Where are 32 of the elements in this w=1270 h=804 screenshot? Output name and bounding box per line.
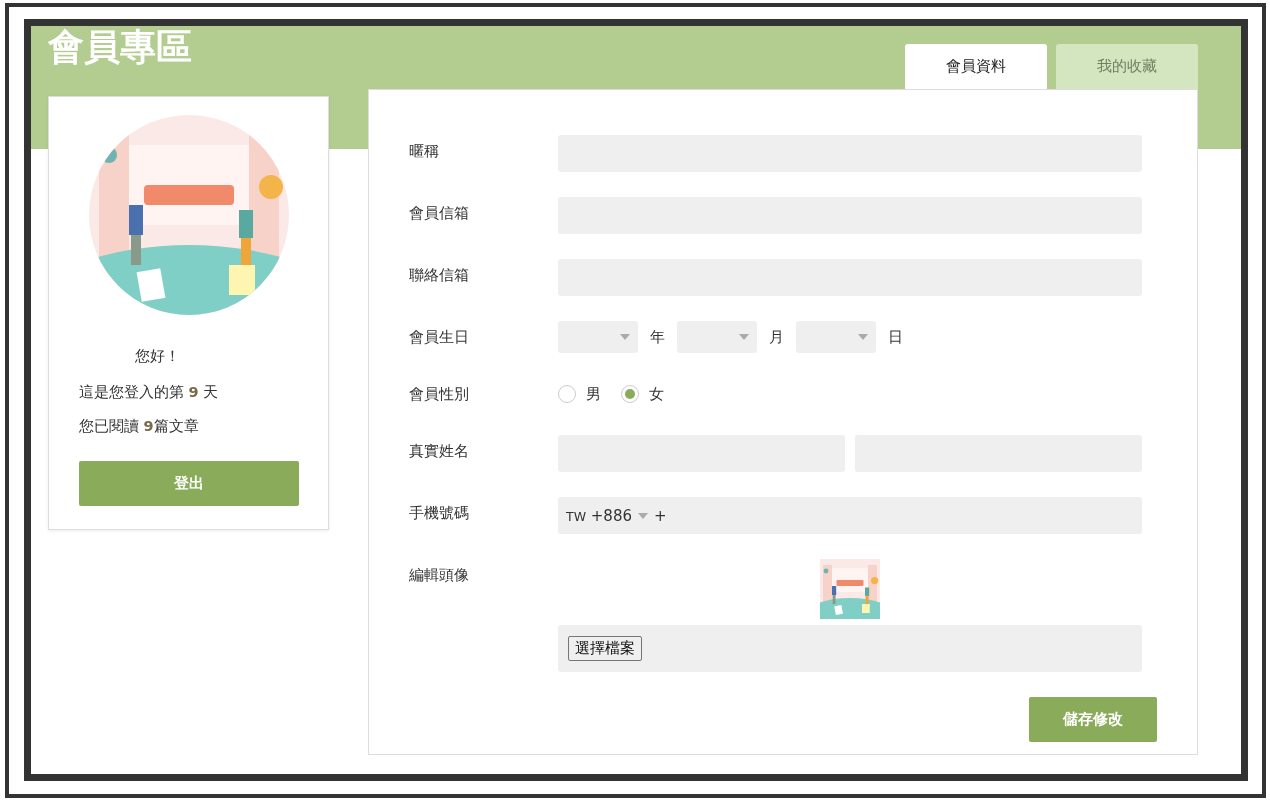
caret-icon bbox=[739, 334, 749, 340]
greeting: 您好！ bbox=[135, 347, 181, 366]
field-label: 聯絡信箱 bbox=[409, 266, 470, 285]
caret-icon bbox=[638, 512, 648, 519]
field-label: 會員生日 bbox=[409, 328, 470, 347]
field-label: 暱稱 bbox=[409, 142, 440, 161]
tab[interactable]: 會員資料 bbox=[905, 44, 1047, 89]
field-label: 會員信箱 bbox=[409, 204, 470, 223]
country-code[interactable]: TW +886 bbox=[566, 506, 632, 525]
radio-label: 男 bbox=[586, 384, 601, 404]
radio-button[interactable] bbox=[558, 385, 576, 403]
caret-icon bbox=[858, 334, 868, 340]
date-select[interactable] bbox=[677, 321, 757, 353]
field-label: 編輯頭像 bbox=[409, 566, 470, 585]
date-unit: 月 bbox=[769, 327, 784, 347]
phone-prefix: + bbox=[654, 506, 667, 525]
articles-read: 您已閱讀 9篇文章 bbox=[79, 417, 200, 436]
radio-label: 女 bbox=[649, 384, 664, 404]
radio-button[interactable] bbox=[621, 385, 639, 403]
date-unit: 年 bbox=[650, 327, 665, 347]
file-field[interactable]: 選擇檔案 bbox=[558, 625, 1142, 672]
date-unit: 日 bbox=[888, 327, 903, 347]
page-title: 會員專區 bbox=[48, 26, 192, 69]
field-label: 手機號碼 bbox=[409, 504, 470, 523]
field-label: 真實姓名 bbox=[409, 442, 470, 461]
field-label: 會員性別 bbox=[409, 385, 470, 404]
caret-icon bbox=[620, 334, 630, 340]
date-select[interactable] bbox=[558, 321, 638, 353]
choose-file-button[interactable]: 選擇檔案 bbox=[568, 636, 642, 661]
phone-field[interactable]: TW +886 + bbox=[558, 497, 1142, 534]
login-days: 這是您登入的第 9 天 bbox=[79, 382, 298, 402]
date-select[interactable] bbox=[796, 321, 876, 353]
